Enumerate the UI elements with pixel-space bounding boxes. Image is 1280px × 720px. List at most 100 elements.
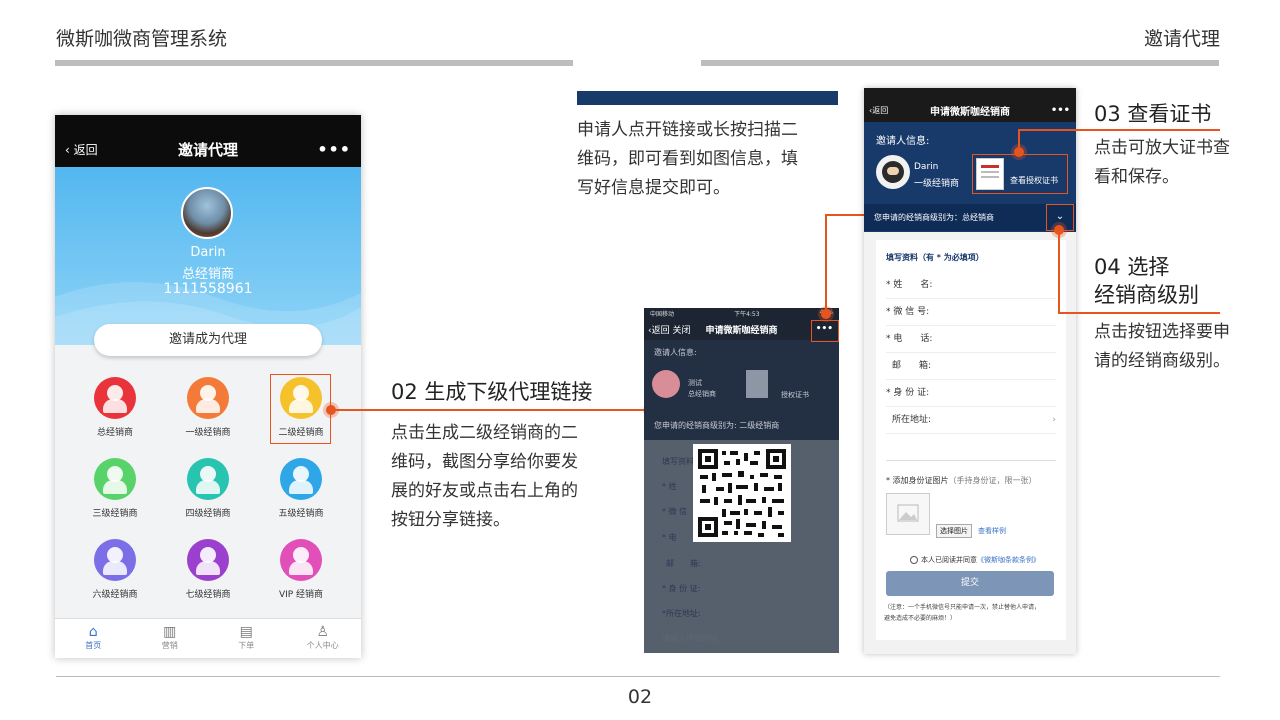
level-selector[interactable]: 您申请的经销商级别为：总经销商 [864,204,1076,231]
back-button[interactable]: ‹返回 [869,105,888,116]
more-icon[interactable]: ••• [317,140,351,159]
tab-order[interactable]: ▤ 下单 [208,619,285,658]
form-note: （注意：一个手机微信号只能申请一次，禁止替他人申请， 避免造成不必要的麻烦！） [884,604,1041,622]
image-placeholder-icon[interactable] [886,493,930,535]
wechat-field[interactable]: * 微 信 号: [886,299,1056,326]
back-button[interactable]: ‹返回 关闭 [648,323,691,336]
certificate-thumbnail[interactable] [746,370,768,398]
address-field[interactable]: 所在地址: › [886,407,1056,434]
level-item-7[interactable]: 七级经销商 [168,539,248,600]
status-bar [55,115,361,131]
tab-home[interactable]: ⌂ 首页 [55,619,132,658]
name-field[interactable]: * 姓 名: [886,272,1056,299]
profile-header: Darin 总经销商 1111558961 [55,167,361,345]
address-placeholder: 请输入详细地址 [662,634,718,643]
callout-line [1058,312,1220,314]
view-certificate-link[interactable]: 查看授权证书 [1010,175,1058,186]
back-button[interactable]: ‹ 返回 [65,141,98,158]
nav-bar: ‹返回 关闭 申请微斯咖经销商 ••• [644,318,839,340]
callout-line [825,214,865,216]
step-03-title: 03 查看证书 [1094,102,1212,126]
id-photo-label: * 添加身份证图片（手持身份证，限一张） [886,476,1037,485]
radio-icon [910,556,918,564]
applicant-instructions: 申请人点开链接或长按扫描二 维码，即可看到如图信息，填 写好信息提交即可。 [577,120,798,198]
status-bar [864,88,1076,98]
agreement-checkbox[interactable]: 本人已阅读并同意《微斯咖条款条例》 [910,555,1040,565]
inviter-name: Darin [914,162,939,172]
level-item-4[interactable]: 四级经销商 [168,458,248,519]
form-row: * 身 份 证: [662,584,701,593]
nav-title: 邀请代理 [177,140,238,159]
form-title: 填写资料 [662,457,694,466]
footer-divider [56,676,1220,677]
qr-code-image [698,449,786,537]
form-title: 填写资料（有 * 为必填项） [886,253,984,262]
dealer-icon [187,458,229,500]
invite-agent-button[interactable]: 邀请成为代理 [94,324,322,356]
picture-icon [897,504,919,522]
form-row: * 微 信 [662,507,688,516]
inviter-name: 测试 [688,379,702,387]
dealer-icon [187,377,229,419]
form-row: *所在地址: [662,609,701,618]
profile-phone: 1111558961 [163,281,253,297]
certificate-label: 授权证书 [781,391,809,399]
level-item-0[interactable]: 总经销商 [75,377,155,438]
clipboard-icon: ▤ [239,624,253,640]
level-item-5[interactable]: 五级经销商 [261,458,341,519]
divider [886,460,1056,461]
inviter-role: 总经销商 [688,390,716,398]
profile-role: 总经销商 [181,267,234,282]
home-icon: ⌂ [88,624,98,640]
tab-bar: ⌂ 首页 ▥ 营销 ▤ 下单 ♙ 个人中心 [55,618,361,658]
level-item-8[interactable]: VIP 经销商 [261,539,341,600]
level-item-6[interactable]: 六级经销商 [75,539,155,600]
profile-name: Darin [190,245,226,260]
chart-icon: ▥ [163,624,177,640]
certificate-thumbnail[interactable] [976,158,1004,190]
phone-invite-agent: ‹ 返回 邀请代理 ••• Darin 总经销商 1111558961 邀请成为… [55,115,361,658]
inviter-label: 邀请人信息: [876,136,930,147]
inviter-role: 一级经销商 [914,179,960,189]
id-card-field[interactable]: * 身 份 证: [886,380,1056,407]
highlight-box [811,320,839,342]
submit-button[interactable]: 提交 [886,571,1054,596]
form-row: * 姓 [662,482,677,491]
status-bar: 中国移动下午4:5347% [644,308,839,318]
callout-line [1058,230,1060,314]
level-item-1[interactable]: 一级经销商 [168,377,248,438]
view-example-link[interactable]: 查看样例 [978,526,1006,536]
step-02-title: 02 生成下级代理链接 [391,380,593,404]
avatar [181,187,233,239]
dealer-icon [94,458,136,500]
dealer-icon [94,539,136,581]
header-divider-left [55,60,573,66]
dealer-icon [280,458,322,500]
step-02-text: 点击生成二级经销商的二 维码，截图分享给你要发 展的好友或点击右上角的 按钮分享链接。 [391,423,578,530]
dealer-icon [94,377,136,419]
callout-line [1018,130,1020,150]
dealer-icon [187,539,229,581]
more-icon[interactable]: ••• [1051,105,1070,116]
callout-line [1018,129,1220,131]
tab-marketing[interactable]: ▥ 营销 [132,619,209,658]
step-04-text: 点击按钮选择要申 请的经销商级别。 [1094,322,1230,371]
phone-field[interactable]: * 电 话: [886,326,1056,353]
presentation-title: 微斯咖微商管理系统 [56,28,228,50]
qr-code[interactable] [693,444,791,542]
avatar [652,370,680,398]
step-04-title: 04 选择 经销商级别 [1094,255,1199,307]
header-divider-right [701,60,1219,66]
choose-image-button[interactable]: 选择图片 [936,524,972,538]
step-03-text: 点击可放大证书查 看和保存。 [1094,138,1230,187]
nav-bar: ‹返回 申请微斯咖经销商 ••• [864,98,1076,122]
email-field[interactable]: 邮 箱: [886,353,1056,380]
tab-profile[interactable]: ♙ 个人中心 [285,619,362,658]
inviter-label: 邀请人信息: [654,348,697,357]
callout-line [825,214,827,313]
application-form: 填写资料（有 * 为必填项） * 姓 名: * 微 信 号: * 电 话: 邮 … [876,240,1066,640]
level-item-3[interactable]: 三级经销商 [75,458,155,519]
user-icon: ♙ [316,624,330,640]
level-label: 您申请的经销商级别为: 二级经销商 [654,421,780,430]
accent-bar [577,91,838,105]
